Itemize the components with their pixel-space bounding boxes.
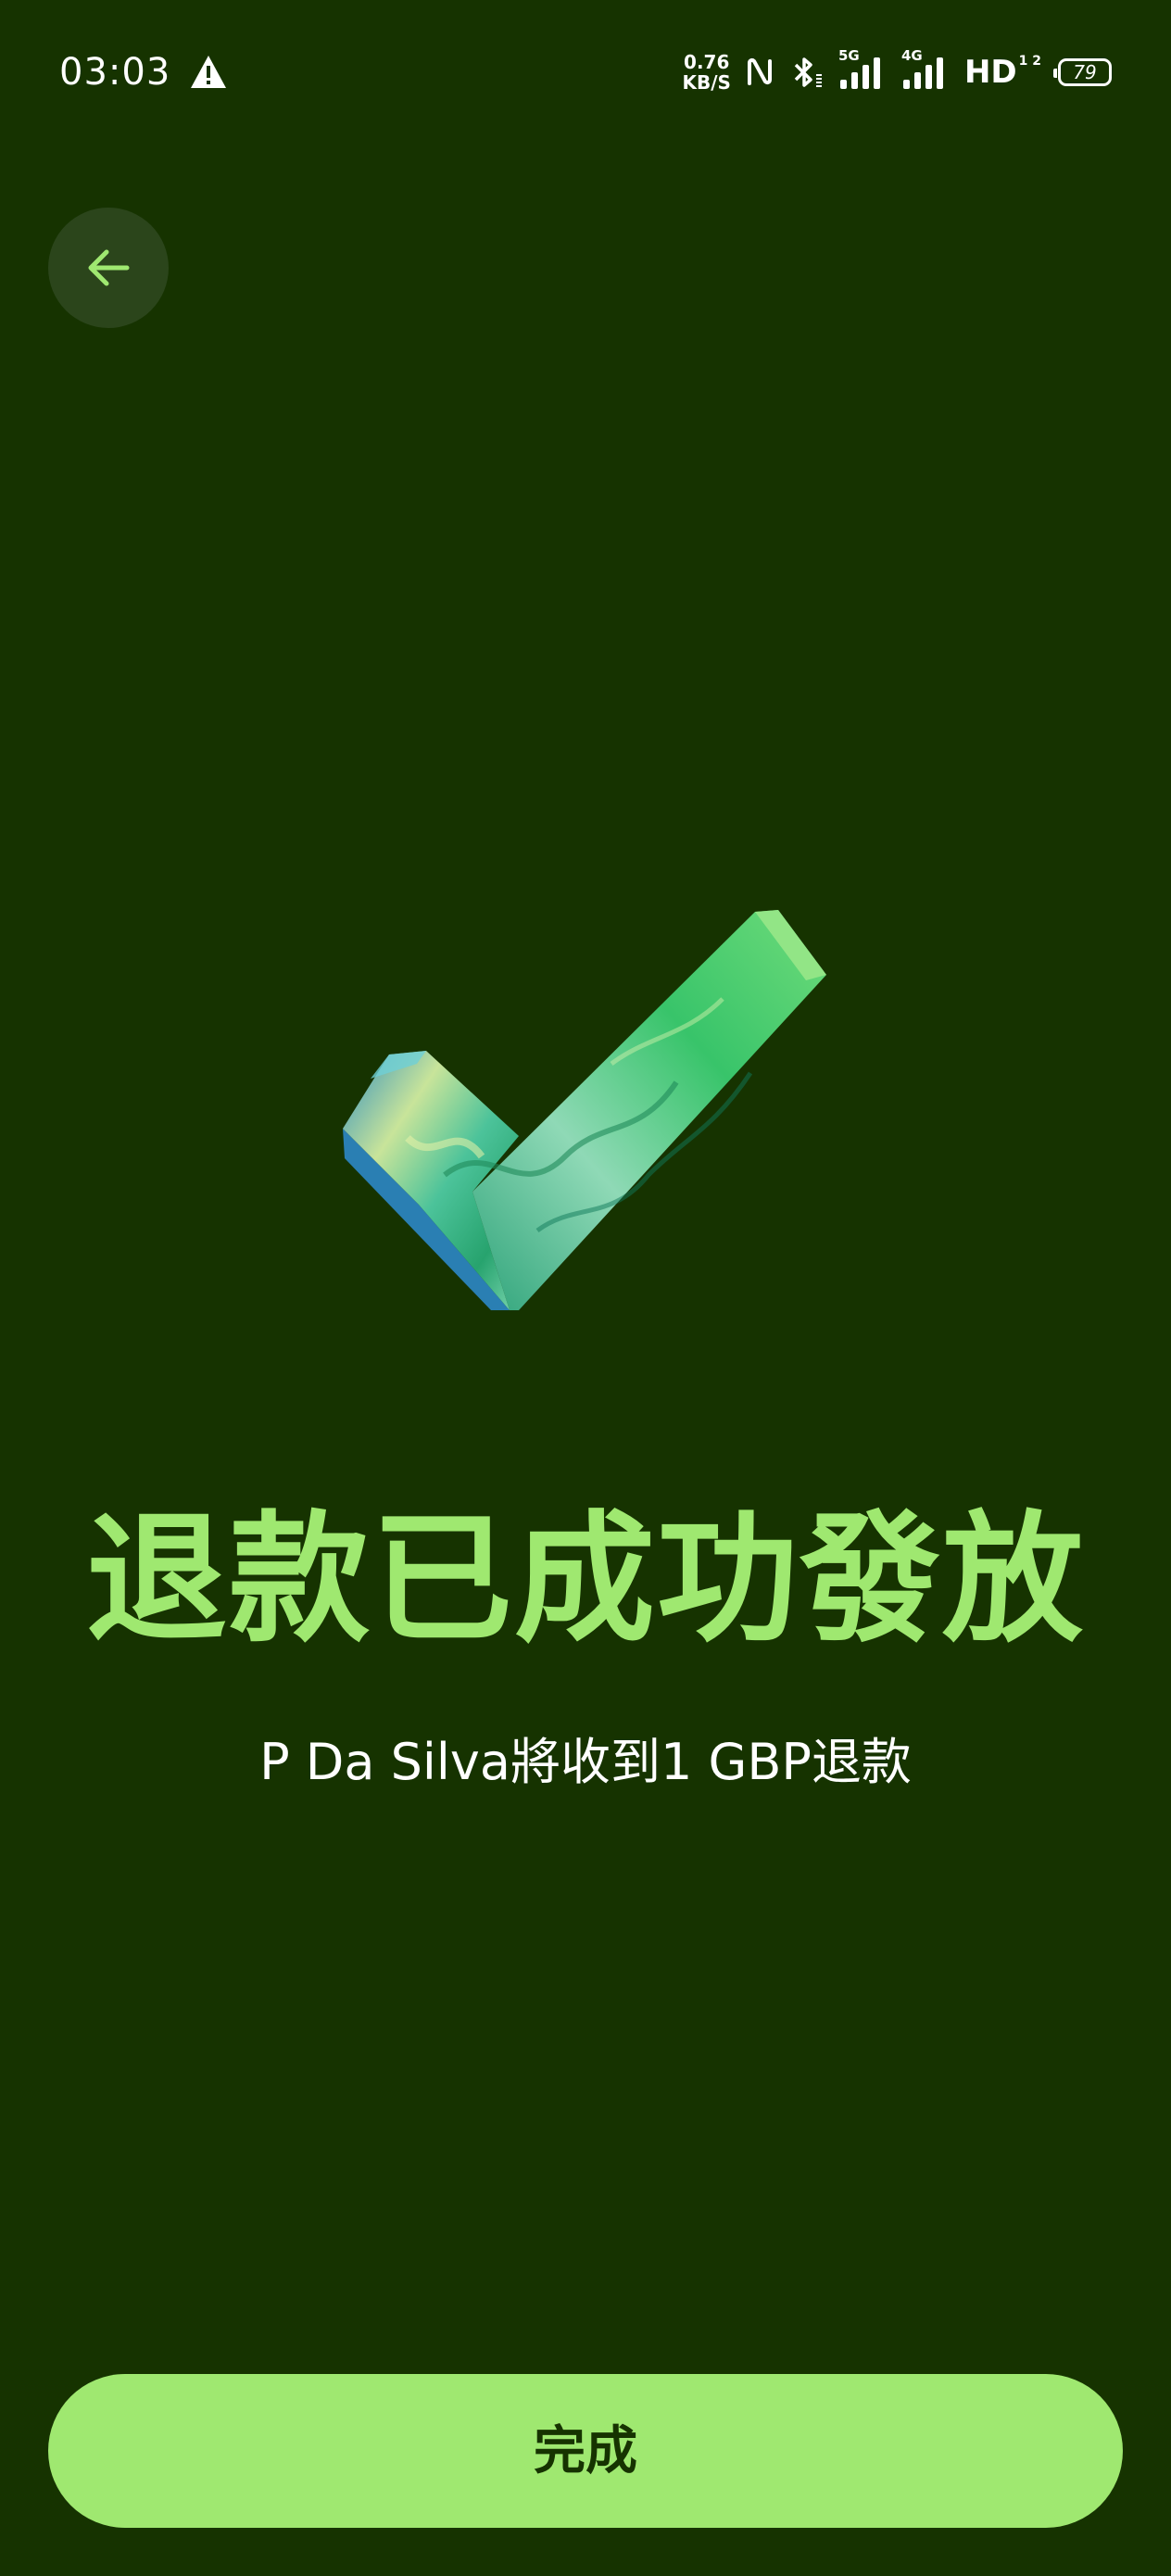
- network-speed-unit: KB/S: [682, 71, 731, 94]
- status-time: 03:03: [59, 51, 171, 94]
- done-button-label: 完成: [534, 2421, 637, 2480]
- checkmark-icon: [343, 910, 826, 1310]
- network-speed: 0.76 KB/S: [683, 52, 731, 93]
- hd-sub-label: 1 2: [1018, 54, 1041, 69]
- signal-5g-icon: 5G: [838, 48, 888, 91]
- refund-description: P Da Silva將收到1 GBP退款: [259, 1733, 912, 1791]
- bluetooth-icon: [794, 57, 822, 87]
- network-speed-value: 0.76: [684, 51, 730, 73]
- status-icons: 0.76 KB/S 5G 4G HD 1 2 79: [683, 46, 1112, 98]
- done-button[interactable]: 完成: [48, 2374, 1123, 2528]
- status-bar: 03:03 0.76 KB/S 5G 4G HD 1 2 79: [0, 0, 1171, 148]
- signal-4g-icon: 4G: [901, 48, 951, 91]
- back-button[interactable]: [48, 208, 169, 328]
- hd-label: HD: [963, 54, 1017, 91]
- battery-level: 79: [1073, 61, 1097, 83]
- arrow-left-icon: [88, 249, 130, 286]
- battery-icon: 79: [1053, 58, 1112, 86]
- page-title: 退款已成功發放: [86, 1497, 1085, 1661]
- hd-voice-indicator: HD 1 2: [964, 54, 1041, 91]
- nfc-icon: [747, 57, 772, 85]
- warning-icon: [191, 56, 226, 88]
